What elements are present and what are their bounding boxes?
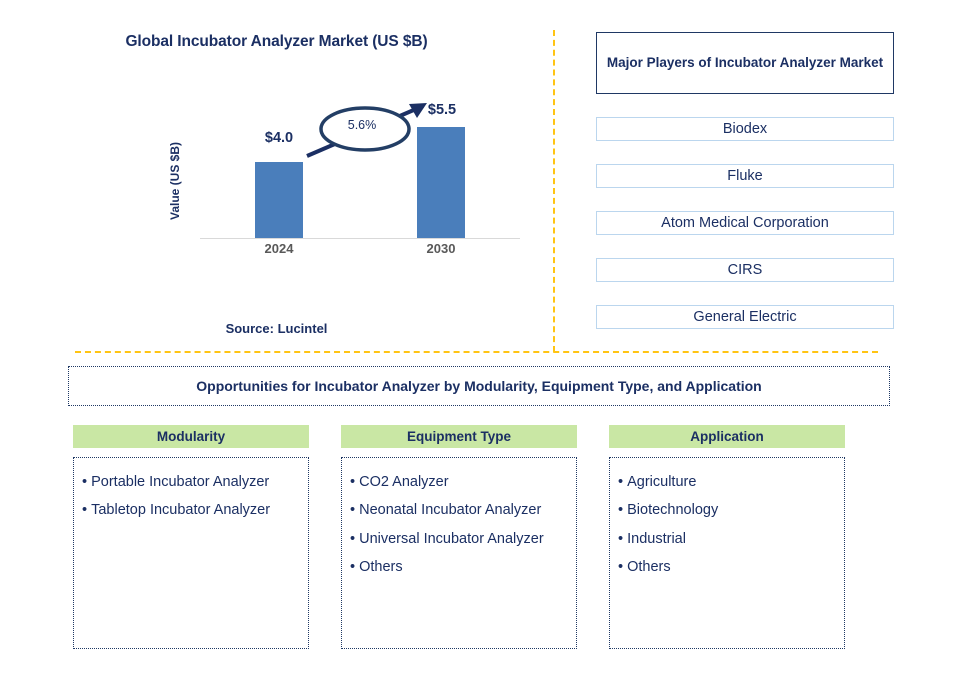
opportunity-column-modularity: Modularity Portable Incubator Analyzer T… — [73, 425, 309, 649]
column-list: CO2 Analyzer Neonatal Incubator Analyzer… — [350, 468, 568, 581]
major-players-panel: Major Players of Incubator Analyzer Mark… — [596, 32, 894, 329]
opportunities-banner: Opportunities for Incubator Analyzer by … — [68, 366, 890, 406]
list-item: Portable Incubator Analyzer — [82, 468, 300, 496]
list-item: Tabletop Incubator Analyzer — [82, 496, 300, 524]
list-item: Biotechnology — [618, 496, 836, 524]
column-body: Agriculture Biotechnology Industrial Oth… — [609, 457, 845, 649]
list-item: Neonatal Incubator Analyzer — [350, 496, 568, 524]
list-item: Industrial — [618, 525, 836, 553]
player-item[interactable]: CIRS — [596, 258, 894, 282]
list-item: Others — [618, 553, 836, 581]
column-body: Portable Incubator Analyzer Tabletop Inc… — [73, 457, 309, 649]
column-header: Application — [609, 425, 845, 448]
market-chart-panel: Global Incubator Analyzer Market (US $B)… — [0, 0, 553, 352]
column-header: Modularity — [73, 425, 309, 448]
player-name: CIRS — [727, 262, 763, 278]
player-item[interactable]: Fluke — [596, 164, 894, 188]
player-name: Atom Medical Corporation — [661, 215, 829, 231]
player-item[interactable]: General Electric — [596, 305, 894, 329]
chart-title: Global Incubator Analyzer Market (US $B) — [125, 33, 428, 50]
column-list: Agriculture Biotechnology Industrial Oth… — [618, 468, 836, 581]
player-item[interactable]: Biodex — [596, 117, 894, 141]
list-item: CO2 Analyzer — [350, 468, 568, 496]
player-name: Fluke — [727, 168, 763, 184]
opportunity-column-application: Application Agriculture Biotechnology In… — [609, 425, 845, 649]
x-tick-label-2030: 2030 — [426, 241, 456, 256]
column-header: Equipment Type — [341, 425, 577, 448]
list-item: Others — [350, 553, 568, 581]
x-tick-label-2024: 2024 — [264, 241, 294, 256]
horizontal-divider — [75, 351, 878, 353]
player-name: Biodex — [722, 121, 768, 137]
x-axis-line — [200, 238, 520, 239]
vertical-divider — [553, 30, 555, 352]
major-players-header: Major Players of Incubator Analyzer Mark… — [596, 32, 894, 94]
cagr-label: 5.6% — [347, 118, 377, 132]
list-item: Agriculture — [618, 468, 836, 496]
opportunity-columns: Modularity Portable Incubator Analyzer T… — [73, 425, 885, 649]
bar-value-2024: $4.0 — [264, 130, 294, 146]
bar-2024 — [255, 162, 303, 238]
source-note: Source: Lucintel — [225, 321, 328, 336]
player-item[interactable]: Atom Medical Corporation — [596, 211, 894, 235]
list-item: Universal Incubator Analyzer — [350, 525, 568, 553]
column-list: Portable Incubator Analyzer Tabletop Inc… — [82, 468, 300, 525]
player-name: General Electric — [693, 309, 797, 325]
opportunity-column-equipment-type: Equipment Type CO2 Analyzer Neonatal Inc… — [341, 425, 577, 649]
column-body: CO2 Analyzer Neonatal Incubator Analyzer… — [341, 457, 577, 649]
